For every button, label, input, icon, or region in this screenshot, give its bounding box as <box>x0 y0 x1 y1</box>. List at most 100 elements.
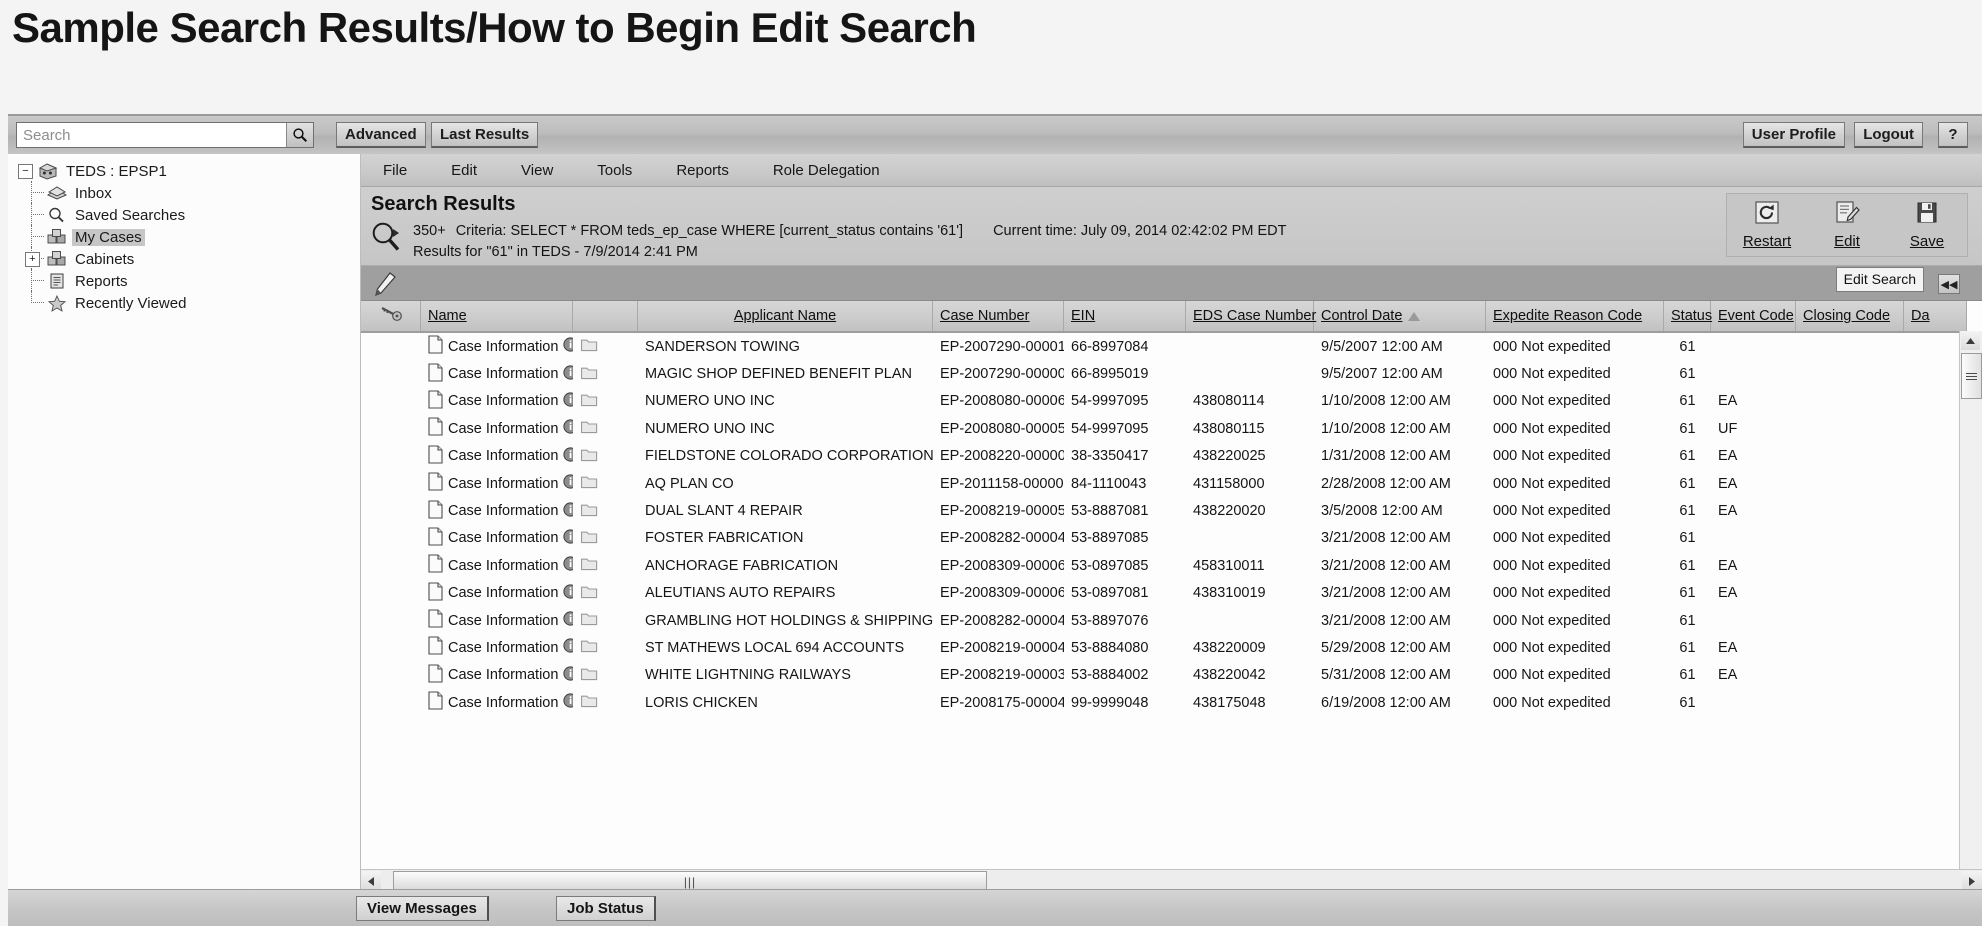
menu-item-view[interactable]: View <box>509 159 565 182</box>
info-icon[interactable] <box>563 392 573 411</box>
table-row[interactable]: Case InformationANCHORAGE FABRICATIONEP-… <box>361 552 1967 579</box>
sidebar-item-reports[interactable]: Reports <box>18 270 360 292</box>
table-row[interactable]: Case InformationFIELDSTONE COLORADO CORP… <box>361 443 1967 470</box>
menu-item-tools[interactable]: Tools <box>585 159 644 182</box>
folder-cell[interactable] <box>573 525 638 552</box>
folder-cell[interactable] <box>573 552 638 579</box>
info-icon[interactable] <box>563 447 573 466</box>
row-selector-cell[interactable] <box>361 443 421 470</box>
info-icon[interactable] <box>563 337 573 356</box>
case-information-cell[interactable]: Case Information <box>421 415 573 442</box>
collapse-panel-icon[interactable]: ◀◀ <box>1938 274 1960 294</box>
edit-button[interactable]: Edit <box>1810 200 1884 250</box>
info-icon[interactable] <box>563 474 573 493</box>
column-header-expedite-reason-code[interactable]: Expedite Reason Code <box>1486 301 1664 331</box>
column-header-da[interactable]: Da <box>1904 301 1967 331</box>
sidebar-item-inbox[interactable]: Inbox <box>18 182 360 204</box>
row-selector-cell[interactable] <box>361 634 421 661</box>
menu-item-role-delegation[interactable]: Role Delegation <box>761 159 892 182</box>
save-button[interactable]: Save <box>1890 200 1964 250</box>
grid-vertical-scrollbar[interactable] <box>1959 331 1982 892</box>
column-header-case-number[interactable]: Case Number <box>933 301 1064 331</box>
row-selector-cell[interactable] <box>361 525 421 552</box>
sidebar-item-recently-viewed[interactable]: Recently Viewed <box>18 292 360 314</box>
row-selector-cell[interactable] <box>361 415 421 442</box>
search-icon[interactable] <box>286 123 313 147</box>
column-header-key[interactable] <box>361 301 421 331</box>
info-icon[interactable] <box>563 365 573 384</box>
row-selector-cell[interactable] <box>361 388 421 415</box>
table-row[interactable]: Case InformationST MATHEWS LOCAL 694 ACC… <box>361 634 1967 661</box>
folder-cell[interactable] <box>573 443 638 470</box>
menu-item-edit[interactable]: Edit <box>439 159 489 182</box>
info-icon[interactable] <box>563 666 573 685</box>
case-information-cell[interactable]: Case Information <box>421 552 573 579</box>
user-profile-button[interactable]: User Profile <box>1743 122 1845 148</box>
table-row[interactable]: Case InformationLORIS CHICKENEP-2008175-… <box>361 689 1967 716</box>
table-row[interactable]: Case InformationNUMERO UNO INCEP-2008080… <box>361 388 1967 415</box>
column-header-applicant-name[interactable]: Applicant Name <box>638 301 933 331</box>
search-input[interactable] <box>17 123 286 147</box>
pencil-icon[interactable] <box>373 272 399 301</box>
info-icon[interactable] <box>563 611 573 630</box>
table-row[interactable]: Case InformationALEUTIANS AUTO REPAIRSEP… <box>361 580 1967 607</box>
case-information-cell[interactable]: Case Information <box>421 497 573 524</box>
info-icon[interactable] <box>563 638 573 657</box>
column-header-closing-code[interactable]: Closing Code <box>1796 301 1904 331</box>
vertical-scroll-thumb[interactable] <box>1961 353 1982 399</box>
sidebar-item-saved-searches[interactable]: Saved Searches <box>18 204 360 226</box>
menu-item-reports[interactable]: Reports <box>664 159 741 182</box>
table-row[interactable]: Case InformationAQ PLAN COEP-2011158-000… <box>361 470 1967 497</box>
row-selector-cell[interactable] <box>361 360 421 387</box>
case-information-cell[interactable]: Case Information <box>421 360 573 387</box>
row-selector-cell[interactable] <box>361 333 421 360</box>
case-information-cell[interactable]: Case Information <box>421 388 573 415</box>
info-icon[interactable] <box>563 584 573 603</box>
info-icon[interactable] <box>563 693 573 712</box>
case-information-cell[interactable]: Case Information <box>421 607 573 634</box>
table-row[interactable]: Case InformationMAGIC SHOP DEFINED BENEF… <box>361 360 1967 387</box>
scroll-left-icon[interactable] <box>361 871 381 891</box>
table-row[interactable]: Case InformationGRAMBLING HOT HOLDINGS &… <box>361 607 1967 634</box>
info-icon[interactable] <box>563 556 573 575</box>
folder-cell[interactable] <box>573 470 638 497</box>
table-row[interactable]: Case InformationFOSTER FABRICATIONEP-200… <box>361 525 1967 552</box>
case-information-cell[interactable]: Case Information <box>421 470 573 497</box>
case-information-cell[interactable]: Case Information <box>421 580 573 607</box>
expand-cabinets-icon[interactable]: + <box>25 252 40 267</box>
row-selector-cell[interactable] <box>361 662 421 689</box>
folder-cell[interactable] <box>573 580 638 607</box>
scroll-up-icon[interactable] <box>1961 331 1980 350</box>
folder-cell[interactable] <box>573 360 638 387</box>
sidebar-item-cabinets[interactable]: + Cabinets <box>18 248 360 270</box>
help-button[interactable]: ? <box>1938 122 1968 148</box>
case-information-cell[interactable]: Case Information <box>421 443 573 470</box>
tree-node-root[interactable]: − TEDS : EPSP1 <box>18 160 360 182</box>
row-selector-cell[interactable] <box>361 470 421 497</box>
row-selector-cell[interactable] <box>361 497 421 524</box>
column-header-folder[interactable] <box>573 301 638 331</box>
job-status-button[interactable]: Job Status <box>556 896 656 921</box>
case-information-cell[interactable]: Case Information <box>421 689 573 716</box>
menu-item-file[interactable]: File <box>371 159 419 182</box>
restart-button[interactable]: Restart <box>1730 200 1804 250</box>
scroll-right-icon[interactable] <box>1962 871 1982 891</box>
column-header-ein[interactable]: EIN <box>1064 301 1186 331</box>
sidebar-item-my-cases[interactable]: My Cases <box>18 226 360 248</box>
table-row[interactable]: Case InformationSANDERSON TOWINGEP-20072… <box>361 333 1967 360</box>
column-header-status[interactable]: Status <box>1664 301 1711 331</box>
column-header-eds-case-number[interactable]: EDS Case Number <box>1186 301 1314 331</box>
table-row[interactable]: Case InformationNUMERO UNO INCEP-2008080… <box>361 415 1967 442</box>
folder-cell[interactable] <box>573 333 638 360</box>
info-icon[interactable] <box>563 502 573 521</box>
last-results-button[interactable]: Last Results <box>431 122 538 148</box>
case-information-cell[interactable]: Case Information <box>421 525 573 552</box>
folder-cell[interactable] <box>573 497 638 524</box>
case-information-cell[interactable]: Case Information <box>421 333 573 360</box>
row-selector-cell[interactable] <box>361 607 421 634</box>
view-messages-button[interactable]: View Messages <box>356 896 489 921</box>
row-selector-cell[interactable] <box>361 689 421 716</box>
case-information-cell[interactable]: Case Information <box>421 662 573 689</box>
info-icon[interactable] <box>563 419 573 438</box>
info-icon[interactable] <box>563 529 573 548</box>
